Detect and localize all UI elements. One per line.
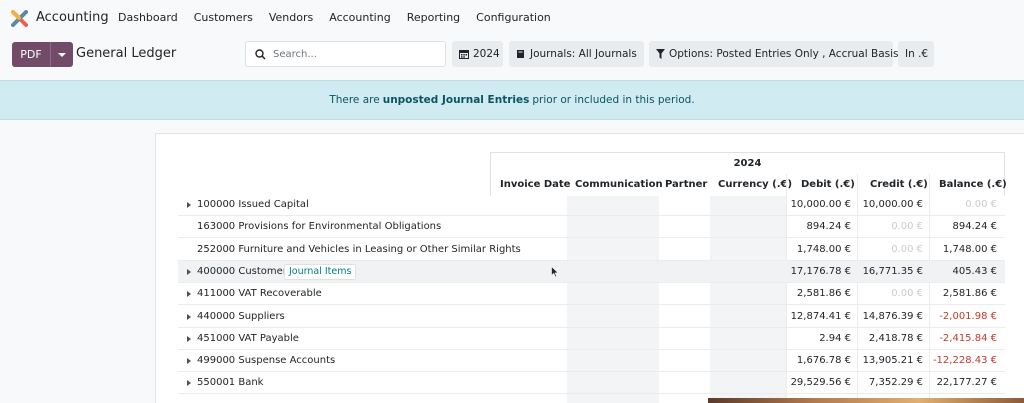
filter-icon [656, 49, 665, 59]
account-name[interactable]: 100000 Issued Capital [197, 199, 309, 210]
caret-right-icon[interactable] [187, 202, 191, 208]
ledger-row[interactable]: 451000 VAT Payable 2.94 €2,418.78 € -2,415… [178, 328, 1005, 350]
search-input[interactable] [273, 48, 433, 60]
ledger-row[interactable]: 550001 Bank 29,529.56 €7,352.29 €22,177.2… [178, 372, 1005, 395]
caret-right-icon[interactable] [187, 380, 191, 387]
menu-item-dashboard[interactable]: Dashboard [118, 11, 178, 24]
ledger-row[interactable]: 440000 Suppliers 12,874.41 €14,876.39 € -2… [178, 306, 1005, 328]
balance-cell: -2,001.98 € [939, 310, 997, 322]
ledger-row[interactable]: 252000 Furniture and Vehicles in Leasing… [178, 239, 1005, 261]
col-invoice-date: Invoice Date [500, 179, 571, 190]
journals-filter-button[interactable]: Journals: All Journals [509, 41, 644, 67]
balance-cell: -12,228.43 € [932, 355, 997, 367]
column-header-row: Invoice Date Communication Partner Curre… [490, 174, 1007, 196]
account-name[interactable]: 252000 Furniture and Vehicles in Leasing… [197, 244, 521, 255]
caret-right-icon[interactable] [187, 313, 191, 320]
menu-item-configuration[interactable]: Configuration [476, 11, 551, 24]
account-name[interactable]: 400000 Customers [197, 266, 292, 277]
account-name[interactable]: 411000 VAT Recoverable [197, 288, 322, 299]
currency-filter-label: In .€ [905, 48, 929, 60]
balance-cell: 894.24 € [952, 221, 997, 233]
account-name[interactable]: 440000 Suppliers [197, 311, 285, 322]
report-title: General Ledger [76, 46, 177, 61]
menu-item-reporting[interactable]: Reporting [407, 11, 460, 24]
menu-item-accounting[interactable]: Accounting [329, 11, 390, 24]
caret-right-icon[interactable] [187, 291, 191, 298]
ledger-row[interactable]: 499000 Suspense Accounts 1,676.78 €13,905… [178, 350, 1005, 373]
journals-filter-label: Journals: All Journals [530, 48, 637, 60]
ledger-row[interactable]: 411000 VAT Recoverable 2,581.86 €0.00 €2,… [178, 283, 1005, 306]
menu-item-vendors[interactable]: Vendors [269, 11, 313, 24]
balance-cell: 1,748.00 € [942, 243, 997, 255]
col-currency: Currency (.€) [718, 179, 793, 190]
account-name[interactable]: 451000 VAT Payable [197, 333, 299, 344]
alert-text-after: prior or included in this period. [532, 94, 695, 106]
col-communication: Communication [575, 179, 663, 190]
book-icon [516, 49, 526, 59]
caret-right-icon[interactable] [187, 268, 191, 275]
mouse-cursor-icon [551, 266, 559, 278]
caret-right-icon[interactable] [187, 358, 191, 365]
accounting-app-icon[interactable] [11, 10, 28, 27]
account-name[interactable]: 499000 Suspense Accounts [197, 355, 335, 366]
balance-cell: 2,581.86 € [942, 288, 997, 300]
options-filter-button[interactable]: Options: Posted Entries Only , Accrual B… [649, 41, 899, 67]
journal-items-button[interactable]: Journal Items [284, 263, 357, 280]
pdf-button-group: PDF [12, 42, 73, 67]
unposted-entries-link[interactable]: unposted Journal Entries [383, 94, 530, 106]
caret-down-icon [58, 52, 66, 57]
main-menu: Dashboard Customers Vendors Accounting R… [118, 11, 567, 24]
menu-item-customers[interactable]: Customers [194, 11, 253, 24]
balance-cell: 0.00 € [965, 199, 997, 210]
ledger-row[interactable]: 100000 Issued Capital 10,000.00 €10,000.0… [178, 194, 1005, 216]
unposted-entries-alert: There are unposted Journal Entries prior… [0, 80, 1024, 120]
background-image-strip [708, 398, 1024, 403]
alert-text-before: There are [329, 94, 380, 106]
balance-cell: 405.43 € [952, 265, 997, 277]
caret-right-icon[interactable] [187, 335, 191, 342]
col-partner: Partner [665, 179, 708, 190]
calendar-icon [459, 49, 469, 59]
col-debit: Debit (.€) [801, 179, 855, 190]
currency-filter-button[interactable]: In .€ [898, 41, 934, 67]
ledger-row[interactable]: 163000 Provisions for Environmental Obli… [178, 216, 1005, 239]
account-name[interactable]: 163000 Provisions for Environmental Obli… [197, 221, 441, 232]
date-filter-label: 2024 [473, 48, 500, 60]
options-filter-label: Options: Posted Entries Only , Accrual B… [669, 48, 899, 60]
export-dropdown-toggle[interactable] [50, 42, 73, 67]
date-filter-button[interactable]: 2024 [452, 41, 503, 67]
search-icon [255, 48, 266, 60]
period-label: 2024 [733, 158, 762, 169]
col-credit: Credit (.€) [870, 179, 928, 190]
top-navbar: Accounting Dashboard Customers Vendors A… [0, 0, 1024, 36]
period-header: 2024 [490, 152, 1005, 174]
app-name[interactable]: Accounting [36, 10, 109, 25]
search-box [245, 41, 446, 67]
balance-cell: -2,415.84 € [939, 332, 997, 344]
col-balance: Balance (.€) [939, 179, 1007, 190]
pdf-button[interactable]: PDF [12, 42, 50, 67]
balance-cell: 22,177.27 € [936, 377, 997, 389]
ledger-row[interactable]: 400000 Customers Journal Items 17,176.78 €… [178, 260, 1005, 283]
account-name[interactable]: 550001 Bank [197, 377, 263, 388]
